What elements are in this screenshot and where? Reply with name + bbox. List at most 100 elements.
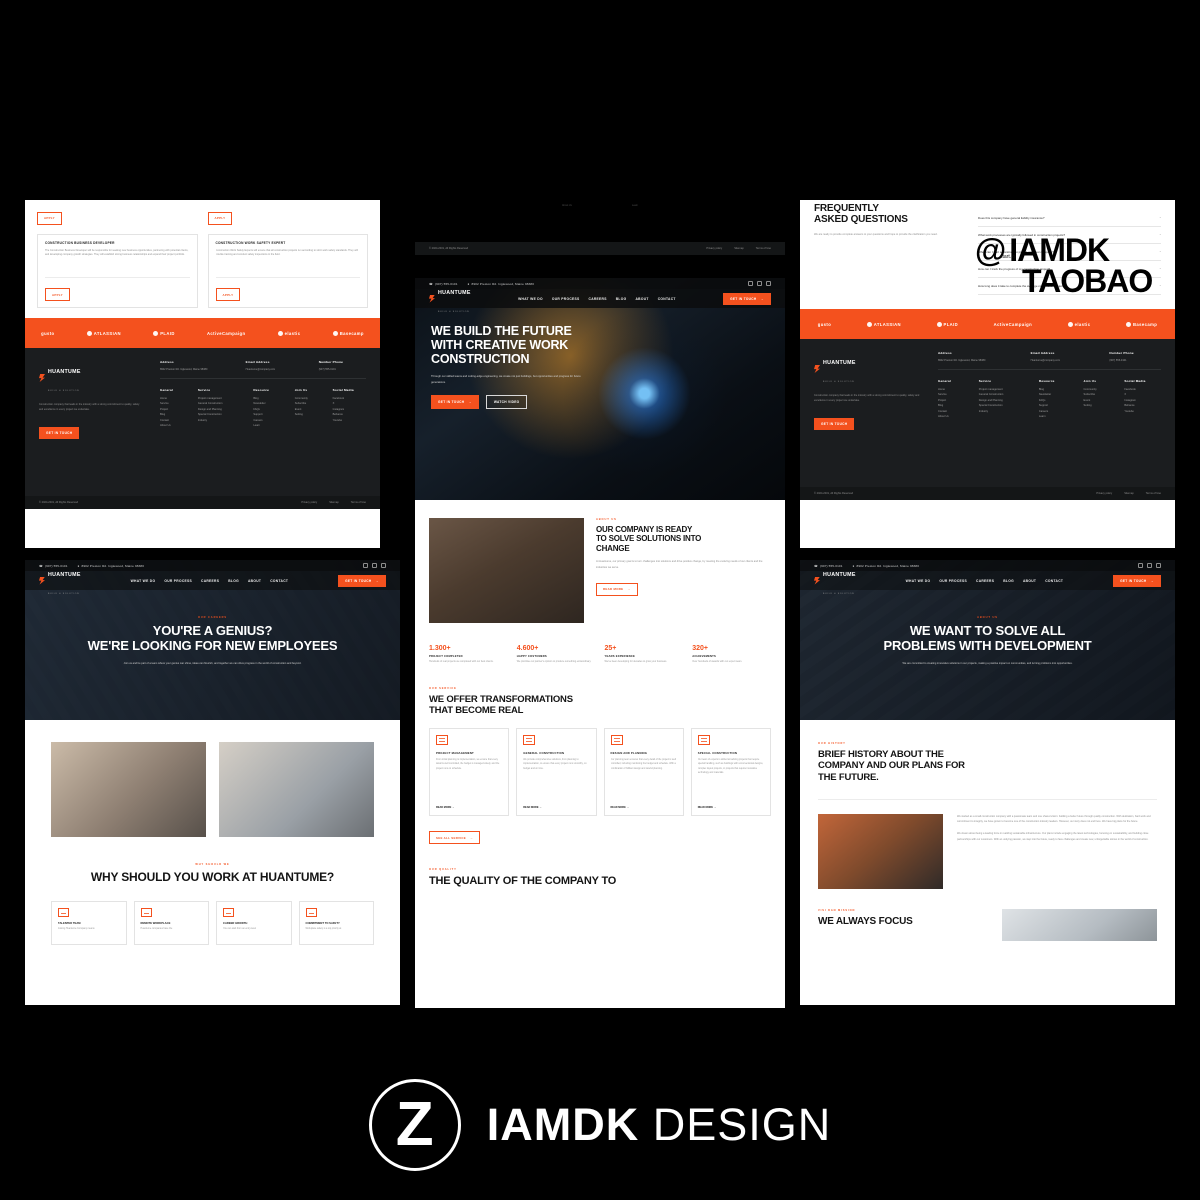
nav-what-we-do[interactable]: WHAT WE DO: [518, 297, 543, 301]
nav-our-process[interactable]: OUR PROCESS: [164, 579, 192, 583]
address-info: ● 8902 Preston Rd. Inglewood, Maine 98380: [77, 563, 145, 568]
service-card[interactable]: DESIGN AND PLANNING Our planning team en…: [603, 727, 684, 816]
footer-cta-button[interactable]: GET IN TOUCH: [39, 427, 80, 439]
tail-link[interactable]: About Us: [562, 204, 572, 207]
job-desc: Construction Work Safety Experts will en…: [215, 248, 358, 257]
sitemap-link[interactable]: Sitemap: [329, 501, 339, 504]
facebook-icon[interactable]: [372, 563, 377, 568]
footer-link[interactable]: About Us: [160, 423, 190, 428]
nav-what-we-do[interactable]: WHAT WE DO: [131, 579, 156, 583]
nav-contact[interactable]: CONTACT: [658, 297, 676, 301]
footer-link[interactable]: About Us: [938, 414, 971, 419]
apply-button[interactable]: APPLY: [215, 288, 241, 301]
site-logo[interactable]: HUANTUME BUILD & SOLUTION: [39, 563, 81, 599]
benefit-card[interactable]: TALENTED TEAM Joining Huantume Company m…: [51, 901, 127, 945]
service-card[interactable]: SPECIAL CONSTRUCTION Our team of experts…: [690, 727, 771, 816]
footer-bottom-bar: © 2024-2031, All Rights Reserved Privacy…: [800, 487, 1175, 500]
nav-careers[interactable]: CAREERS: [589, 297, 607, 301]
job-desc: The Construction Business Developer will…: [45, 248, 189, 257]
terms-link[interactable]: Terms of Use: [756, 247, 771, 250]
service-read-more[interactable]: READ MORE →: [436, 806, 454, 809]
footer-link[interactable]: Industry: [979, 409, 1031, 414]
nav-what-we-do[interactable]: WHAT WE DO: [906, 579, 931, 583]
nav-about[interactable]: ABOUT: [248, 579, 261, 583]
nav-links: WHAT WE DO OUR PROCESS CAREERS BLOG ABOU…: [131, 579, 289, 583]
logo-mark-icon: [39, 374, 45, 382]
footer-bottom-bar: © 2024-2031, All Rights Reserved Privacy…: [415, 242, 785, 255]
benefit-card[interactable]: REMOTE WORKPLACE Huantume companies have…: [133, 901, 209, 945]
hero-watch-video-button[interactable]: WATCH VIDEO: [485, 395, 528, 410]
hero-title-1: WE BUILD THE FUTURE: [431, 324, 572, 338]
nav-careers[interactable]: CAREERS: [201, 579, 219, 583]
x-icon[interactable]: [363, 563, 368, 568]
footer-link[interactable]: Youtube: [333, 418, 366, 423]
job-card[interactable]: CONSTRUCTION BUSINESS DEVELOPER The Cons…: [37, 233, 198, 308]
x-icon[interactable]: [748, 281, 753, 286]
hero-primary-cta[interactable]: GET IN TOUCH →: [431, 395, 479, 410]
site-logo[interactable]: HUANTUME BUILD & SOLUTION: [814, 563, 856, 599]
nav-cta-button[interactable]: GET IN TOUCH →: [723, 292, 771, 305]
footer-link[interactable]: Setting: [1084, 403, 1117, 408]
nav-about[interactable]: ABOUT: [1023, 579, 1036, 583]
privacy-link[interactable]: Privacy policy: [1096, 492, 1112, 495]
nav-about[interactable]: ABOUT: [635, 297, 648, 301]
service-title: PROJECT MANAGEMENT: [436, 750, 474, 755]
instagram-icon[interactable]: [381, 563, 386, 568]
footer-cta-button[interactable]: GET IN TOUCH: [814, 418, 855, 430]
nav-contact[interactable]: CONTACT: [270, 579, 288, 583]
sitemap-link[interactable]: Sitemap: [1124, 492, 1134, 495]
partner-logo: gusto: [817, 321, 832, 327]
footer-link[interactable]: Setting: [295, 412, 325, 417]
instagram-icon[interactable]: [1156, 563, 1161, 568]
service-read-more[interactable]: READ MORE →: [698, 806, 716, 809]
nav-blog[interactable]: BLOG: [228, 579, 239, 583]
watermark-line-2: TAOBAO: [1022, 263, 1153, 299]
partner-logo: ATLASSIAN: [866, 321, 901, 327]
faq-title-1: FREQUENTLY: [814, 203, 879, 214]
footer-link[interactable]: Industry: [198, 418, 245, 423]
service-card[interactable]: PROJECT MANAGEMENT From initial planning…: [429, 727, 510, 816]
terms-link[interactable]: Terms of Use: [351, 501, 366, 504]
nav-our-process[interactable]: OUR PROCESS: [939, 579, 967, 583]
service-desc: Our team of experts is skilled at tackli…: [697, 758, 764, 775]
nav-careers[interactable]: CAREERS: [976, 579, 994, 583]
nav-cta-button[interactable]: GET IN TOUCH →: [338, 574, 386, 587]
footer-logo[interactable]: HUANTUME BUILD & SOLUTION: [39, 360, 144, 396]
terms-link[interactable]: Terms of Use: [1146, 492, 1161, 495]
tail-link[interactable]: Learn: [632, 204, 638, 207]
faq-item[interactable]: Does this company have general liability…: [978, 210, 1161, 227]
x-icon[interactable]: [1138, 563, 1143, 568]
nav-contact[interactable]: CONTACT: [1045, 579, 1063, 583]
apply-button[interactable]: APPLY: [45, 288, 70, 301]
facebook-icon[interactable]: [1147, 563, 1152, 568]
apply-button[interactable]: APPLY: [207, 211, 233, 225]
nav-cta-button[interactable]: GET IN TOUCH →: [1113, 574, 1161, 587]
instagram-icon[interactable]: [766, 281, 771, 286]
benefit-card[interactable]: COMMITMENT TO SAFETY Workplace safety is…: [298, 901, 374, 945]
about-image: [429, 518, 584, 623]
facebook-icon[interactable]: [757, 281, 762, 286]
service-read-more[interactable]: READ MORE →: [523, 806, 541, 809]
job-card[interactable]: CONSTRUCTION WORK SAFETY EXPERT Construc…: [207, 233, 368, 308]
site-logo[interactable]: HUANTUME BUILD & SOLUTION: [429, 281, 471, 317]
about-read-more-button[interactable]: READ MORE →: [596, 582, 638, 596]
nav-our-process[interactable]: OUR PROCESS: [552, 297, 580, 301]
privacy-link[interactable]: Privacy policy: [706, 247, 722, 250]
site-footer: HUANTUME BUILD & SOLUTION Construction co…: [25, 348, 380, 496]
service-read-more[interactable]: READ MORE →: [611, 806, 629, 809]
footer-link[interactable]: Youtube: [1124, 409, 1161, 414]
benefit-card[interactable]: CAREER GROWTH You can start from an entr…: [216, 901, 292, 945]
service-card[interactable]: GENERAL CONSTRUCTION We provide comprehe…: [516, 727, 597, 816]
watermark-note: start.io: [1000, 254, 1016, 260]
privacy-link[interactable]: Privacy policy: [301, 501, 317, 504]
apply-button[interactable]: APPLY: [37, 211, 62, 225]
sitemap-link[interactable]: Sitemap: [734, 247, 744, 250]
careers-title-2: WE'RE LOOKING FOR NEW EMPLOYEES: [87, 638, 338, 654]
footer-logo[interactable]: HUANTUME BUILD & SOLUTION: [814, 351, 922, 387]
footer-link[interactable]: Learn: [1039, 414, 1076, 419]
see-all-service-button[interactable]: SEE ALL SERVICE →: [429, 831, 481, 845]
services-eyebrow: OUR SERVICE: [429, 686, 457, 690]
footer-link[interactable]: Learn: [253, 423, 286, 428]
nav-blog[interactable]: BLOG: [1003, 579, 1014, 583]
nav-blog[interactable]: BLOG: [616, 297, 627, 301]
